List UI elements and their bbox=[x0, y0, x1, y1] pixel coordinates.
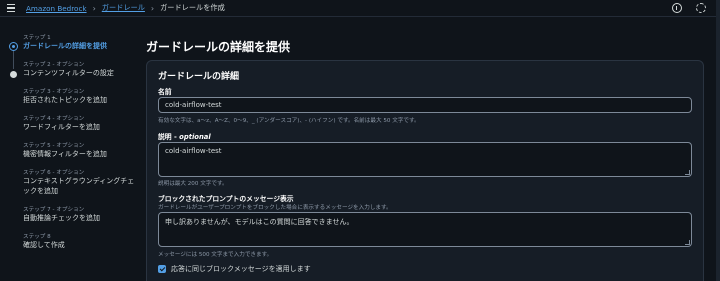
breadcrumb-current: ガードレールを作成 bbox=[160, 3, 225, 12]
breadcrumb-guardrails[interactable]: ガードレール bbox=[102, 3, 145, 13]
step-label[interactable]: 自動推論チェックを追加 bbox=[23, 213, 138, 223]
optional-label: optional bbox=[179, 133, 211, 141]
step-label[interactable]: ガードレールの詳細を提供 bbox=[23, 41, 138, 51]
blocked-prompt-textarea[interactable]: 申し訳ありませんが、モデルはこの質問に回答できません。 bbox=[158, 212, 692, 247]
resize-handle-icon[interactable] bbox=[685, 170, 690, 175]
step-number: ステップ 6 - オプション bbox=[23, 170, 85, 176]
step-label[interactable]: コンテンツフィルターの設定 bbox=[23, 68, 138, 78]
step-label[interactable]: 拒否されたトピックを追加 bbox=[23, 95, 138, 105]
step-label[interactable]: コンテキストグラウンディングチェックを追加 bbox=[23, 176, 135, 196]
step-label[interactable]: ワードフィルターを追加 bbox=[23, 122, 138, 132]
page-title: ガードレールの詳細を提供 bbox=[146, 40, 291, 54]
step-active-icon bbox=[9, 42, 18, 51]
resize-handle-icon[interactable] bbox=[685, 240, 690, 245]
blocked-prompt-sublabel: ガードレールがユーザープロンプトをブロックした場合に表示するメッセージを入力しま… bbox=[158, 205, 392, 211]
chevron-right-icon: › bbox=[92, 3, 96, 13]
name-input[interactable]: cold-airflow-test bbox=[158, 97, 692, 113]
blocked-prompt-value: 申し訳ありませんが、モデルはこの質問に回答できません。 bbox=[165, 218, 354, 226]
step-number: ステップ 1 bbox=[23, 35, 51, 41]
name-hint: 有効な文字は、a〜z、A〜Z、0〜9、_ (アンダースコア)、- (ハイフン) … bbox=[158, 118, 420, 124]
description-label: 説明 - optional bbox=[158, 133, 211, 141]
guardrail-details-panel: ガードレールの詳細 名前 cold-airflow-test 有効な文字は、a〜… bbox=[146, 60, 704, 281]
step-number: ステップ 4 - オプション bbox=[23, 116, 85, 122]
step-number: ステップ 3 - オプション bbox=[23, 89, 85, 95]
apply-same-message-row[interactable]: 応答に同じブロックメッセージを適用します bbox=[158, 264, 311, 274]
chevron-right-icon: › bbox=[150, 3, 155, 13]
breadcrumb-amazon-bedrock[interactable]: Amazon Bedrock bbox=[26, 4, 87, 13]
description-textarea[interactable]: cold-airflow-test bbox=[158, 142, 692, 177]
step-number: ステップ 5 - オプション bbox=[23, 143, 85, 149]
description-value: cold-airflow-test bbox=[165, 147, 222, 155]
step-connector bbox=[13, 51, 15, 69]
apply-same-message-checkbox[interactable] bbox=[158, 265, 166, 273]
apply-same-message-label[interactable]: 応答に同じブロックメッセージを適用します bbox=[171, 264, 311, 274]
step-label[interactable]: 機密情報フィルターを追加 bbox=[23, 149, 138, 159]
blocked-prompt-hint: メッセージには 500 文字まで入力できます。 bbox=[158, 252, 273, 258]
step-number: ステップ 2 - オプション bbox=[23, 62, 85, 68]
step-number: ステップ 7 - オプション bbox=[23, 207, 85, 213]
breadcrumb: Amazon Bedrock › ガードレール › ガードレールを作成 bbox=[26, 3, 225, 13]
step-dot-icon bbox=[10, 71, 17, 78]
description-hint: 説明は最大 200 文字です。 bbox=[158, 181, 228, 187]
top-navigation-bar: Amazon Bedrock › ガードレール › ガードレールを作成 bbox=[0, 0, 720, 17]
description-label-text: 説明 bbox=[158, 133, 172, 141]
blocked-prompt-label: ブロックされたプロンプトのメッセージ表示 bbox=[158, 195, 294, 203]
step-number: ステップ 8 bbox=[23, 234, 51, 240]
top-icon-group bbox=[672, 3, 706, 13]
step-label[interactable]: 確認して作成 bbox=[23, 240, 138, 250]
settings-icon[interactable] bbox=[696, 3, 706, 13]
panel-title: ガードレールの詳細 bbox=[158, 72, 240, 82]
menu-icon[interactable] bbox=[7, 4, 15, 12]
info-icon[interactable] bbox=[672, 3, 682, 13]
name-input-value: cold-airflow-test bbox=[165, 101, 222, 109]
scrollbar[interactable] bbox=[716, 0, 720, 281]
name-label: 名前 bbox=[158, 88, 172, 96]
